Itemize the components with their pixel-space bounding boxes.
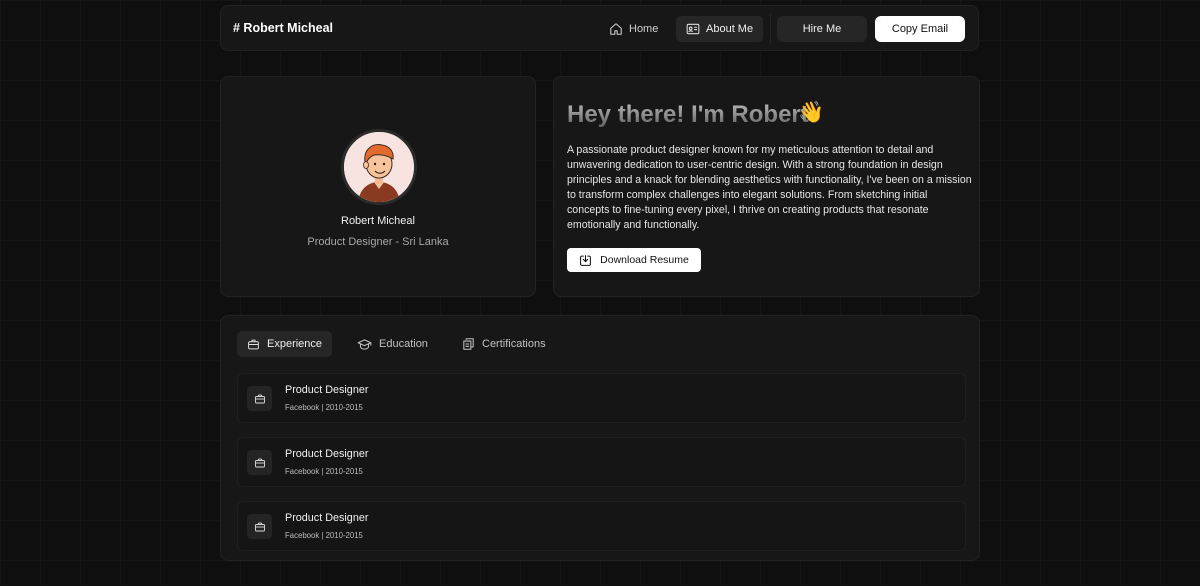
experience-item[interactable]: Product Designer Facebook | 2010-2015 bbox=[237, 437, 966, 487]
avatar bbox=[341, 129, 417, 205]
brand-title[interactable]: # Robert Micheal bbox=[233, 21, 333, 35]
experience-title: Product Designer bbox=[285, 384, 369, 396]
experience-subtitle: Facebook | 2010-2015 bbox=[285, 467, 363, 476]
experience-item[interactable]: Product Designer Facebook | 2010-2015 bbox=[237, 373, 966, 423]
hire-me-button[interactable]: Hire Me bbox=[777, 16, 867, 42]
home-icon bbox=[609, 22, 623, 36]
nav-about-label: About Me bbox=[706, 23, 754, 35]
tab-education-label: Education bbox=[379, 338, 428, 350]
tab-education[interactable]: Education bbox=[347, 331, 438, 357]
avatar-illustration bbox=[344, 132, 414, 202]
download-icon bbox=[579, 254, 592, 267]
documents-icon bbox=[462, 337, 475, 351]
tab-experience-label: Experience bbox=[267, 338, 323, 350]
top-nav: # Robert Micheal Home About Me Hire Me C… bbox=[220, 5, 979, 51]
briefcase-icon bbox=[247, 514, 272, 539]
profile-card: Robert Micheal Product Designer - Sri La… bbox=[220, 76, 536, 297]
intro-bio: A passionate product designer known for … bbox=[567, 144, 972, 231]
nav-divider bbox=[770, 14, 771, 44]
nav-home-link[interactable]: Home bbox=[599, 16, 668, 42]
experience-section: Experience Education Certifications Prod… bbox=[220, 315, 980, 561]
experience-subtitle: Facebook | 2010-2015 bbox=[285, 403, 363, 412]
id-card-icon bbox=[686, 22, 700, 36]
nav-about-link[interactable]: About Me bbox=[676, 16, 764, 42]
briefcase-icon bbox=[247, 450, 272, 475]
experience-title: Product Designer bbox=[285, 448, 369, 460]
copy-email-button[interactable]: Copy Email bbox=[875, 16, 965, 42]
tab-certifications[interactable]: Certifications bbox=[452, 331, 556, 357]
experience-subtitle: Facebook | 2010-2015 bbox=[285, 531, 363, 540]
experience-title: Product Designer bbox=[285, 512, 369, 524]
profile-name: Robert Micheal bbox=[341, 215, 415, 227]
profile-role: Product Designer - Sri Lanka bbox=[307, 236, 449, 248]
tab-experience[interactable]: Experience bbox=[237, 331, 333, 357]
tab-certifications-label: Certifications bbox=[482, 338, 546, 350]
graduation-cap-icon bbox=[357, 338, 372, 351]
briefcase-icon bbox=[247, 338, 260, 351]
briefcase-icon bbox=[247, 386, 272, 411]
nav-home-label: Home bbox=[629, 23, 659, 35]
intro-card: Hey there! I'm Robert 👋 A passionate pro… bbox=[553, 76, 980, 297]
download-resume-label: Download Resume bbox=[600, 254, 689, 266]
download-resume-button[interactable]: Download Resume bbox=[567, 248, 701, 272]
experience-item[interactable]: Product Designer Facebook | 2010-2015 bbox=[237, 501, 966, 551]
waving-hand-icon: 👋 bbox=[798, 101, 825, 124]
intro-heading: Hey there! I'm Robert bbox=[567, 101, 809, 128]
